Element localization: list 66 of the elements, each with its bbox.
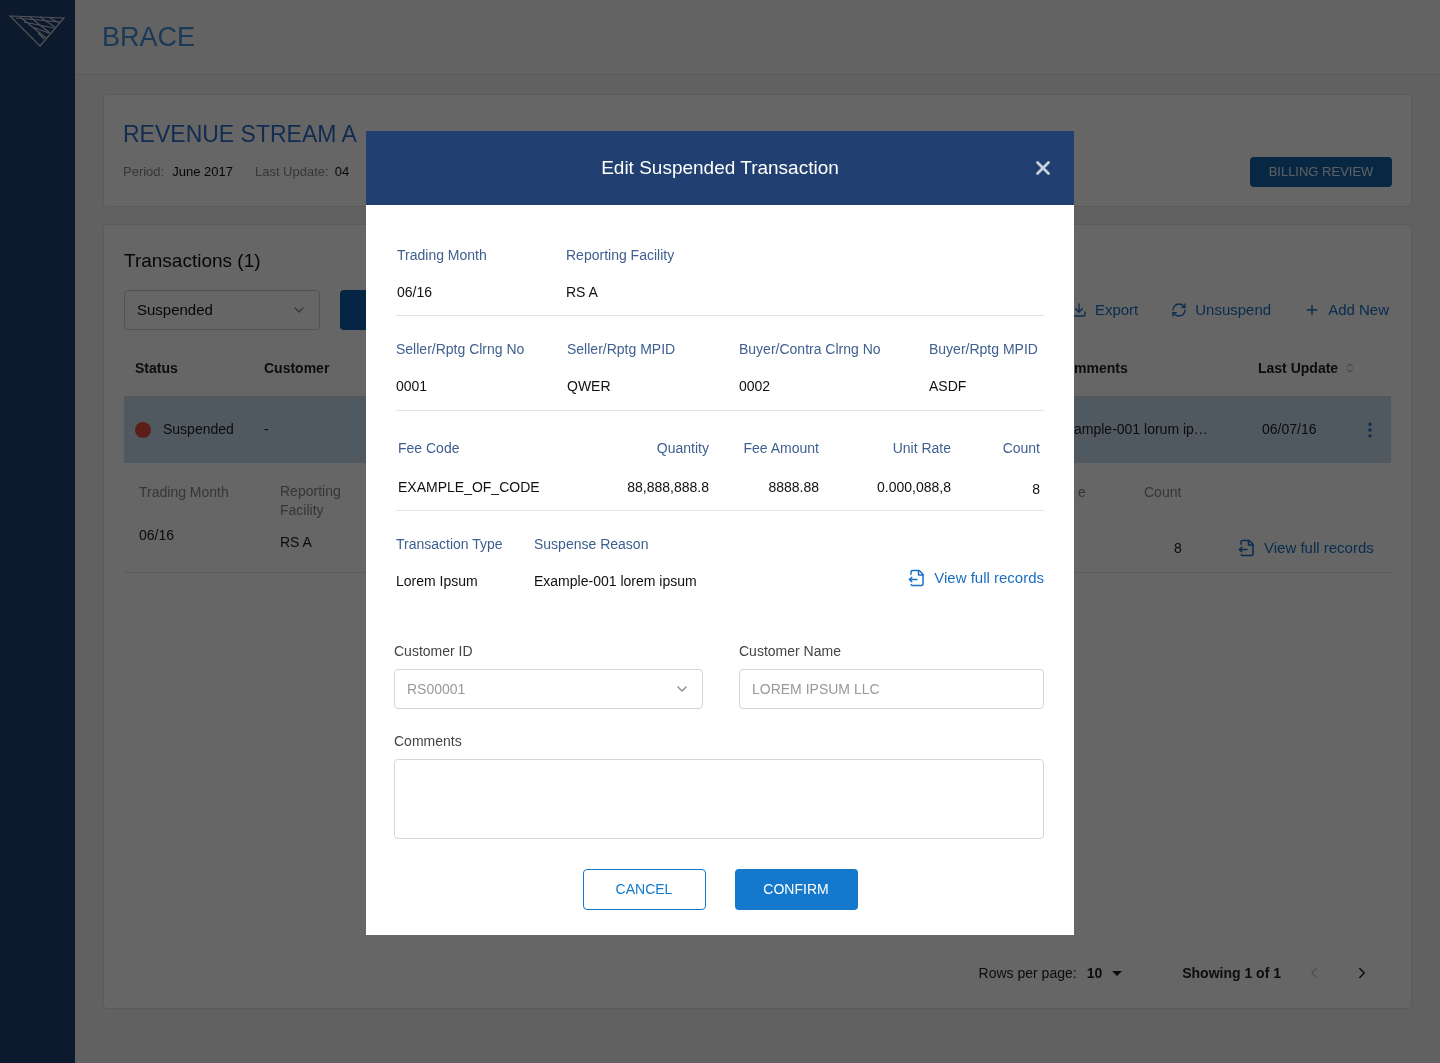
pagination-info: Showing 1 of 1	[1182, 963, 1281, 983]
column-header: Quantity	[655, 439, 709, 458]
table-cell-text: -	[264, 420, 269, 439]
field-value: Lorem Ipsum	[396, 572, 479, 591]
field-label: Seller/Rptg MPID	[567, 340, 677, 359]
comments-field[interactable]	[394, 759, 1044, 839]
last-update-value: 04	[334, 162, 350, 181]
field-label: Buyer/Rptg MPID	[929, 340, 1038, 359]
column-header[interactable]: Last Update	[1258, 357, 1357, 379]
customer-id-select[interactable]: RS00001	[394, 669, 703, 709]
field-value: 0001	[396, 377, 429, 396]
field-value: 06/16	[397, 283, 434, 302]
detail-value: 06/16	[139, 526, 176, 545]
page-title: REVENUE STREAM A	[123, 120, 357, 149]
rows-per-page-label: Rows per page:	[978, 963, 1077, 983]
rows-per-page-select[interactable]: 10	[1086, 962, 1123, 984]
field-label: Seller/Rptg Clrng No	[396, 340, 526, 359]
field-value: ASDF	[929, 377, 968, 396]
customer-name-field[interactable]: LOREM IPSUM LLC	[739, 669, 1044, 709]
field-label: Buyer/Contra Clrng No	[739, 340, 882, 359]
app-title: BRACE	[102, 20, 196, 54]
toolbar-action[interactable]: Unsuspend	[1171, 298, 1272, 322]
table-cell-text: 0.000,088,8	[876, 478, 951, 497]
table-cell-text: 8	[1031, 480, 1040, 499]
field-value: 0002	[739, 377, 772, 396]
column-header: Fee Code	[398, 439, 461, 458]
table-cell-text: 88,888,888.8	[626, 478, 709, 497]
confirm-button[interactable]: CONFIRM	[734, 869, 858, 910]
column-header: Customer	[264, 358, 330, 378]
column-header: Status	[135, 358, 179, 378]
filter-button[interactable]	[340, 290, 368, 330]
field-label: Reporting Facility	[566, 246, 675, 265]
file-export-icon	[908, 569, 927, 588]
refresh-icon	[1171, 302, 1188, 318]
status-dropdown[interactable]: Suspended	[124, 290, 320, 330]
view-records-link[interactable]: View full records	[908, 567, 1044, 590]
file-export-icon	[1238, 539, 1256, 558]
status-text: Suspended	[163, 420, 235, 439]
detail-value: RS A	[280, 533, 313, 552]
billing-review-button[interactable]: BILLING REVIEW	[1250, 157, 1392, 187]
field-label: Customer ID	[394, 642, 474, 661]
toolbar-action[interactable]: Add New	[1304, 298, 1389, 322]
field-value: Example-001 lorem ipsum	[534, 572, 697, 591]
dialog-title: Edit Suspended Transaction	[601, 155, 839, 180]
column-header: Fee Amount	[742, 439, 819, 458]
column-header: mments	[1074, 358, 1129, 378]
table-cell-text: 06/07/16	[1262, 420, 1318, 439]
view-records-link[interactable]: View full records	[1238, 537, 1374, 560]
period-value: June 2017	[172, 162, 233, 181]
field-label: Customer Name	[739, 642, 842, 661]
column-header: Count	[1001, 439, 1040, 458]
field-label: Comments	[394, 732, 463, 751]
table-cell-text: EXAMPLE_OF_CODE	[398, 478, 541, 497]
section-title: Transactions (1)	[124, 249, 261, 271]
field-value: RS A	[566, 283, 599, 302]
field-label: Transaction Type	[396, 535, 504, 554]
toolbar-action[interactable]: Export	[1070, 298, 1139, 322]
column-header: Unit Rate	[891, 439, 951, 458]
field-label: Trading Month	[397, 246, 488, 265]
logo-icon	[8, 14, 66, 48]
field-value: QWER	[567, 377, 612, 396]
field-label: Suspense Reason	[534, 535, 650, 554]
table-cell-text: ample-001 lorum ip…	[1074, 420, 1209, 439]
table-cell-text: 8888.88	[767, 478, 819, 497]
detail-value: 8	[1174, 538, 1183, 558]
cancel-button[interactable]: CANCEL	[582, 869, 706, 910]
